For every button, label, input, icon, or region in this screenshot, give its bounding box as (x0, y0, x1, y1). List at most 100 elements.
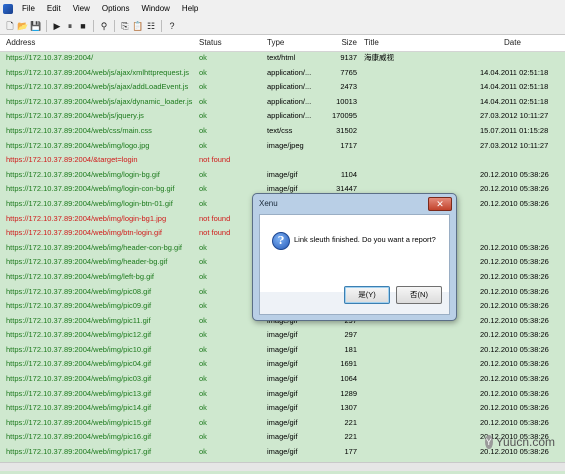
cell-date: 14.04.2011 02:51:18 (480, 82, 549, 92)
cell-status: ok (199, 403, 207, 413)
cell-title (364, 430, 464, 445)
table-row[interactable]: https://172.10.37.89:2004/web/img/pic10.… (0, 343, 565, 358)
cell-size: 181 (344, 344, 357, 354)
menu-view[interactable]: View (67, 0, 96, 18)
cell-size: 1289 (340, 388, 357, 398)
cell-address: https://172.10.37.89:2004/web/img/pic03.… (6, 374, 152, 384)
paste-icon[interactable]: 📋 (132, 20, 144, 32)
cell-status: ok (199, 67, 207, 77)
pause-icon[interactable]: ⏸ (64, 20, 76, 32)
table-row[interactable]: https://172.10.37.89:2004/ok text/html 913… (0, 51, 565, 66)
app-icon (3, 4, 13, 14)
cell-size: 1104 (340, 169, 357, 179)
table-row[interactable]: https://172.10.37.89:2004/web/js/jquery.… (0, 109, 565, 124)
table-row[interactable]: https://172.10.37.89:2004/web/img/pic13.… (0, 387, 565, 402)
cell-date: 20.12.2010 05:38:26 (480, 344, 549, 354)
table-row[interactable]: https://172.10.37.89:2004/web/js/ajax/ad… (0, 80, 565, 95)
cell-size: 31502 (336, 125, 357, 135)
cell-title (364, 343, 464, 358)
report-dialog: Xenu ✕ ? Link sleuth finished. Do you wa… (252, 193, 457, 321)
toolbar-separator (114, 20, 115, 32)
table-row[interactable]: https://172.10.37.89:2004/web/img/pic03.… (0, 372, 565, 387)
table-row[interactable]: https://172.10.37.89:2004/web/img/pic04.… (0, 357, 565, 372)
watermark-logo-icon: Y (485, 435, 493, 449)
cell-address: https://172.10.37.89:2004/web/js/ajax/dy… (6, 96, 193, 106)
column-type[interactable]: Type (267, 35, 327, 51)
new-file-icon[interactable]: 🗋 (4, 20, 16, 32)
cell-date: 20.12.2010 05:38:26 (480, 257, 549, 267)
cell-title (364, 416, 464, 431)
column-date[interactable]: Date (504, 35, 544, 51)
binoculars-icon[interactable]: ⚲ (98, 20, 110, 32)
table-row[interactable]: https://172.10.37.89:2004/web/img/pic17.… (0, 445, 565, 460)
cell-size: 7765 (340, 67, 357, 77)
table-row[interactable]: https://172.10.37.89:2004/web/img/logo.j… (0, 139, 565, 154)
help-icon[interactable]: ? (166, 20, 178, 32)
cell-status: ok (199, 374, 207, 384)
play-icon[interactable]: ▶ (51, 20, 63, 32)
cell-size: 1691 (340, 359, 357, 369)
properties-icon[interactable]: ☷ (145, 20, 157, 32)
menu-window[interactable]: Window (135, 0, 175, 18)
column-address[interactable]: Address (6, 35, 191, 51)
cell-address: https://172.10.37.89:2004/web/js/ajax/xm… (6, 67, 190, 77)
no-button[interactable]: 否(N) (396, 286, 442, 304)
cell-date: 15.07.2011 01:15:28 (480, 125, 549, 135)
cell-date: 27.03.2012 10:11:27 (480, 111, 549, 121)
table-row[interactable]: https://172.10.37.89:2004/web/img/pic14.… (0, 401, 565, 416)
table-row[interactable]: https://172.10.37.89:2004/web/img/login-… (0, 168, 565, 183)
cell-date (480, 51, 565, 66)
save-icon[interactable]: 💾 (30, 20, 42, 32)
column-header: Address Status Type Size Title Date (0, 35, 565, 52)
cell-title (364, 445, 464, 460)
cell-size: 221 (344, 432, 357, 442)
column-status[interactable]: Status (199, 35, 259, 51)
table-row[interactable]: https://172.10.37.89:2004/web/js/ajax/dy… (0, 95, 565, 110)
cell-address: https://172.10.37.89:2004/web/img/pic16.… (6, 432, 152, 442)
cell-status: ok (199, 359, 207, 369)
column-title[interactable]: Title (364, 35, 424, 51)
menu-items: File Edit View Options Window Help (16, 0, 204, 18)
table-row[interactable]: https://172.10.37.89:2004/web/img/pic12.… (0, 328, 565, 343)
cell-date: 20.12.2010 05:38:26 (480, 271, 549, 281)
cell-address: https://172.10.37.89:2004/web/img/pic04.… (6, 359, 152, 369)
yes-button[interactable]: 是(Y) (344, 286, 390, 304)
watermark-text: Yuucn.com (495, 435, 555, 449)
menu-help[interactable]: Help (176, 0, 204, 18)
cell-address: https://172.10.37.89:2004/web/img/pic12.… (6, 330, 152, 340)
cell-title (364, 153, 464, 168)
menu-bar: File Edit View Options Window Help (0, 0, 565, 19)
cell-date: 14.04.2011 02:51:18 (480, 96, 549, 106)
table-row[interactable]: https://172.10.37.89:2004/web/img/pic15.… (0, 416, 565, 431)
cell-address: https://172.10.37.89:2004/web/img/login-… (6, 169, 160, 179)
cell-size: 9137 (340, 53, 357, 62)
menu-file[interactable]: File (16, 0, 41, 18)
menu-options[interactable]: Options (96, 0, 136, 18)
toolbar-separator (46, 20, 47, 32)
open-folder-icon[interactable]: 📂 (17, 20, 29, 32)
menu-edit[interactable]: Edit (41, 0, 67, 18)
cell-title (364, 80, 464, 95)
cell-address: https://172.10.37.89:2004/web/js/ajax/ad… (6, 82, 189, 92)
cell-address: https://172.10.37.89:2004/web/img/left-b… (6, 271, 155, 281)
cell-title (364, 168, 464, 183)
cell-date: 20.12.2010 05:38:26 (480, 242, 549, 252)
table-row[interactable]: https://172.10.37.89:2004/web/js/ajax/xm… (0, 66, 565, 81)
column-size[interactable]: Size (327, 35, 357, 51)
cell-title (364, 357, 464, 372)
close-icon[interactable]: ✕ (428, 197, 452, 211)
table-row[interactable]: https://172.10.37.89:2004/web/css/main.c… (0, 124, 565, 139)
cell-status: ok (199, 169, 207, 179)
cell-status: ok (199, 344, 207, 354)
table-row[interactable]: https://172.10.37.89:2004/&target=login n… (0, 153, 565, 168)
toolbar-separator (161, 20, 162, 32)
cell-date: 20.12.2010 05:38:26 (480, 388, 549, 398)
cell-address: https://172.10.37.89:2004/web/img/logo.j… (6, 140, 150, 150)
stop-icon[interactable]: ■ (77, 20, 89, 32)
cell-date: 20.12.2010 05:38:26 (480, 315, 549, 325)
cell-title: 海康威视 (364, 53, 394, 62)
copy-icon[interactable]: ⎘ (119, 20, 131, 32)
cell-date: 20.12.2010 05:38:26 (480, 359, 549, 369)
cell-size: 1064 (340, 374, 357, 384)
table-row[interactable]: https://172.10.37.89:2004/web/img/pic16.… (0, 430, 565, 445)
